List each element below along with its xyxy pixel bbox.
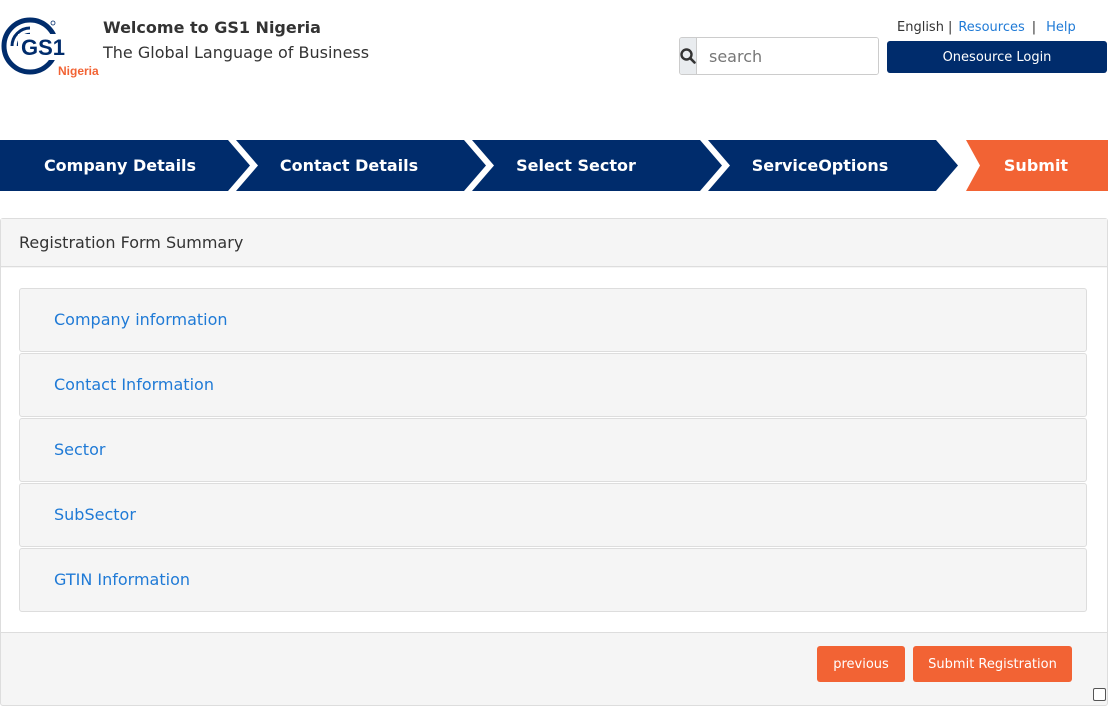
tagline: The Global Language of Business	[103, 43, 370, 62]
language-selector[interactable]: English	[897, 20, 944, 35]
gs1-logo[interactable]: GS1 Nigeria	[0, 14, 104, 80]
section-subsector[interactable]: SubSector	[19, 483, 1087, 547]
search-box	[679, 37, 879, 75]
link-separator: |	[1031, 20, 1037, 35]
help-link[interactable]: Help	[1046, 20, 1076, 35]
corner-checkbox[interactable]	[1093, 688, 1106, 701]
link-separator: |	[947, 20, 953, 35]
summary-sections: Company information Contact Information …	[1, 268, 1107, 633]
step-select-sector[interactable]: Select Sector	[482, 140, 670, 191]
step-contact-details[interactable]: Contact Details	[246, 140, 452, 191]
submit-registration-button[interactable]: Submit Registration	[913, 646, 1072, 682]
search-icon	[680, 48, 696, 64]
search-input[interactable]	[697, 38, 878, 74]
registration-steps: Company Details Contact Details Select S…	[0, 140, 1108, 191]
top-links: English | Resources | Help	[897, 20, 1076, 35]
section-company-information[interactable]: Company information	[19, 288, 1087, 352]
gs1-logo-mark: GS1 Nigeria	[1, 17, 99, 78]
previous-button[interactable]: previous	[817, 646, 905, 682]
resources-link[interactable]: Resources	[958, 20, 1024, 35]
section-sector[interactable]: Sector	[19, 418, 1087, 482]
svg-text:GS1: GS1	[21, 35, 65, 60]
step-company-details[interactable]: Company Details	[0, 140, 240, 191]
onesource-login-button[interactable]: Onesource Login	[887, 41, 1107, 73]
welcome-heading: Welcome to GS1 Nigeria	[103, 18, 321, 37]
section-contact-information[interactable]: Contact Information	[19, 353, 1087, 417]
summary-card: Registration Form Summary Company inform…	[0, 218, 1108, 706]
svg-text:Nigeria: Nigeria	[58, 64, 99, 78]
step-submit[interactable]: Submit	[966, 140, 1106, 191]
step-service-options[interactable]: ServiceOptions	[718, 140, 922, 191]
section-gtin-information[interactable]: GTIN Information	[19, 548, 1087, 612]
search-button[interactable]	[680, 38, 697, 74]
summary-title: Registration Form Summary	[1, 219, 1107, 267]
